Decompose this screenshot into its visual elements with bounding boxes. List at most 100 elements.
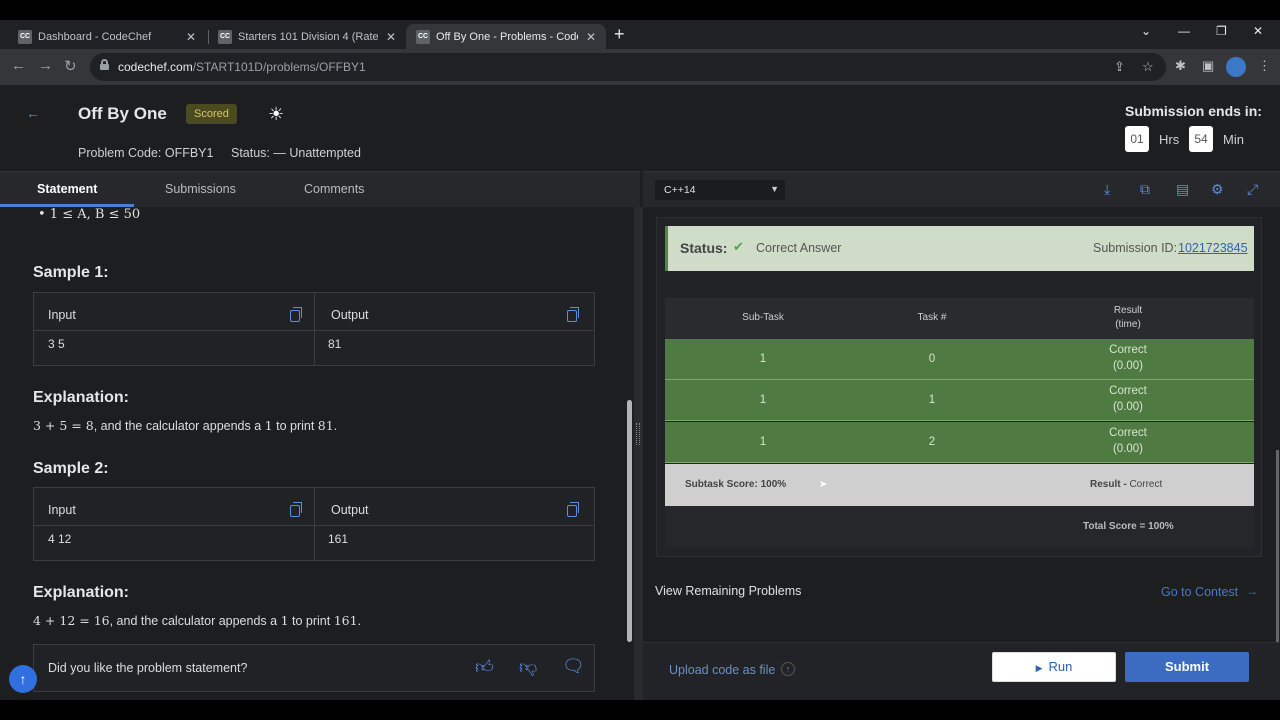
language-select[interactable]: C++14 ▼ — [655, 180, 785, 200]
thumbs-up-icon[interactable]: 👍︎ — [475, 656, 494, 678]
status-bar: Status: ✔ Correct Answer Submission ID: … — [665, 226, 1254, 271]
tab-title: Dashboard - CodeChef — [38, 30, 152, 43]
chevron-down-icon: ▼ — [770, 184, 779, 194]
comment-icon[interactable]: 🗨︎ — [562, 656, 585, 677]
sample-1-box: Input Output 3 5 81 — [33, 292, 595, 366]
side-panel-icon[interactable]: ▣ — [1202, 58, 1214, 74]
explanation-text: , and the calculator appends a — [109, 614, 281, 628]
minutes-unit: Min — [1223, 132, 1244, 147]
browser-tab-dashboard[interactable]: CC Dashboard - CodeChef ✕ — [8, 24, 206, 49]
submission-id-link[interactable]: 1021723845 — [1178, 241, 1248, 255]
explanation-1-text: 3 + 5 = 8, and the calculator appends a … — [33, 418, 337, 433]
math-expression: 81 — [317, 418, 334, 433]
sample-input: 3 5 — [48, 337, 65, 351]
new-tab-icon[interactable]: + — [614, 24, 625, 45]
input-label: Input — [48, 503, 76, 517]
subtask-cell: 1 — [759, 436, 767, 448]
menu-icon[interactable]: ⋮ — [1258, 58, 1271, 74]
action-bar: Upload code as file ↑ ▶ Run Submit — [643, 642, 1280, 700]
sample-input: 4 12 — [48, 532, 72, 546]
go-to-contest-link[interactable]: Go to Contest — [1161, 585, 1238, 599]
lock-icon — [100, 59, 109, 70]
language-value: C++14 — [664, 184, 696, 196]
total-score-row: Total Score = 100% — [665, 506, 1254, 548]
settings-gear-icon[interactable]: ⚙ — [1211, 181, 1224, 198]
upload-code-link[interactable]: Upload code as file — [669, 663, 775, 677]
divider — [34, 330, 594, 331]
panel-resizer[interactable] — [634, 207, 643, 700]
submission-ends-label: Submission ends in: — [1125, 103, 1262, 119]
codechef-favicon-icon: CC — [218, 29, 232, 44]
tab-title: Off By One - Problems - CodeChe — [436, 30, 578, 43]
url-domain: codechef.com — [118, 60, 193, 74]
divider — [314, 293, 315, 365]
math-expression: 4 + 12 = 16 — [33, 613, 110, 628]
minimize-icon[interactable]: — — [1178, 24, 1190, 38]
result-cell: Correct — [1109, 344, 1147, 356]
divider — [34, 525, 594, 526]
bookmark-star-icon[interactable]: ☆ — [1142, 59, 1154, 75]
sample-1-heading: Sample 1: — [33, 264, 109, 281]
output-label: Output — [331, 308, 369, 322]
explanation-text: to print — [272, 419, 318, 433]
subtask-cell: 1 — [759, 353, 767, 365]
tab-search-icon[interactable]: ⌄ — [1141, 24, 1151, 38]
result-summary-value: Correct — [1129, 479, 1163, 490]
submit-button[interactable]: Submit — [1125, 652, 1249, 682]
constraint-item: • 1 ≤ A, B ≤ 50 — [38, 207, 141, 222]
tab-submissions[interactable]: Submissions — [165, 182, 236, 196]
maximize-icon[interactable]: ❐ — [1216, 24, 1227, 38]
minutes-value: 54 — [1189, 126, 1213, 152]
address-bar[interactable]: codechef.com/START101D/problems/OFFBY1 ⇪… — [90, 53, 1166, 81]
explanation-2-heading: Explanation: — [33, 584, 130, 601]
close-window-icon[interactable]: ✕ — [1253, 24, 1263, 38]
view-remaining-problems-link[interactable]: View Remaining Problems — [655, 584, 801, 598]
arrow-right-icon[interactable]: → — [1246, 584, 1258, 598]
url-text: codechef.com/START101D/problems/OFFBY1 — [118, 60, 366, 74]
browser-tabstrip: CC Dashboard - CodeChef ✕ CC Starters 10… — [0, 20, 1280, 49]
fullscreen-icon[interactable]: ⤢ — [1247, 181, 1258, 198]
extensions-icon[interactable]: ✱ — [1175, 58, 1186, 74]
close-tab-icon[interactable]: ✕ — [386, 30, 396, 44]
result-summary-label: Result - — [1090, 479, 1130, 490]
browser-tab-offbyone[interactable]: CC Off By One - Problems - CodeChe ✕ — [406, 24, 606, 49]
reset-icon[interactable]: ⧉ — [1140, 181, 1150, 198]
copy-output-icon[interactable] — [567, 502, 579, 517]
close-tab-icon[interactable]: ✕ — [586, 30, 596, 44]
forward-icon[interactable]: → — [38, 57, 53, 74]
copy-output-icon[interactable] — [567, 307, 579, 322]
sample-output: 81 — [328, 337, 342, 351]
hours-value: 01 — [1125, 126, 1149, 152]
editor-toolbar: C++14 ▼ ⤓ ⧉ ▤ ⚙ ⤢ — [643, 171, 1280, 207]
status-label: Status: — [680, 240, 728, 256]
input-label: Input — [48, 308, 76, 322]
copy-input-icon[interactable] — [290, 307, 302, 322]
statement-scrollbar[interactable] — [627, 400, 632, 642]
share-icon[interactable]: ⇪ — [1114, 59, 1125, 75]
run-button[interactable]: ▶ Run — [992, 652, 1116, 682]
math-expression: 161 — [333, 613, 358, 628]
theme-toggle-sun-icon[interactable]: ☀ — [268, 104, 284, 125]
codechef-favicon-icon: CC — [18, 29, 32, 44]
save-icon[interactable]: ▤ — [1176, 181, 1189, 198]
problem-status: Status: — Unattempted — [231, 146, 361, 160]
check-icon: ✔ — [733, 239, 744, 254]
scroll-to-top-button[interactable]: ↑ — [9, 665, 37, 693]
reload-icon[interactable]: ↻ — [64, 57, 77, 75]
thumbs-down-icon[interactable]: 👎︎ — [519, 656, 537, 678]
result-panel: Status: ✔ Correct Answer Submission ID: … — [643, 207, 1280, 700]
download-icon[interactable]: ⤓ — [1104, 181, 1110, 198]
upload-icon[interactable]: ↑ — [781, 662, 795, 676]
back-arrow-icon[interactable]: ← — [26, 105, 40, 121]
close-tab-icon[interactable]: ✕ — [186, 30, 196, 44]
tab-comments[interactable]: Comments — [304, 182, 364, 196]
subtask-score-row: Subtask Score: 100% Result - Correct — [665, 464, 1254, 506]
profile-avatar[interactable] — [1226, 57, 1246, 77]
copy-input-icon[interactable] — [290, 502, 302, 517]
sample-2-box: Input Output 4 12 161 — [33, 487, 595, 561]
status-value: Correct Answer — [756, 241, 842, 255]
browser-tab-starters[interactable]: CC Starters 101 Division 4 (Rated) C ✕ — [208, 24, 406, 49]
back-icon[interactable]: ← — [11, 57, 26, 74]
letterbox-bottom — [0, 700, 1280, 720]
tab-statement[interactable]: Statement — [37, 182, 97, 196]
